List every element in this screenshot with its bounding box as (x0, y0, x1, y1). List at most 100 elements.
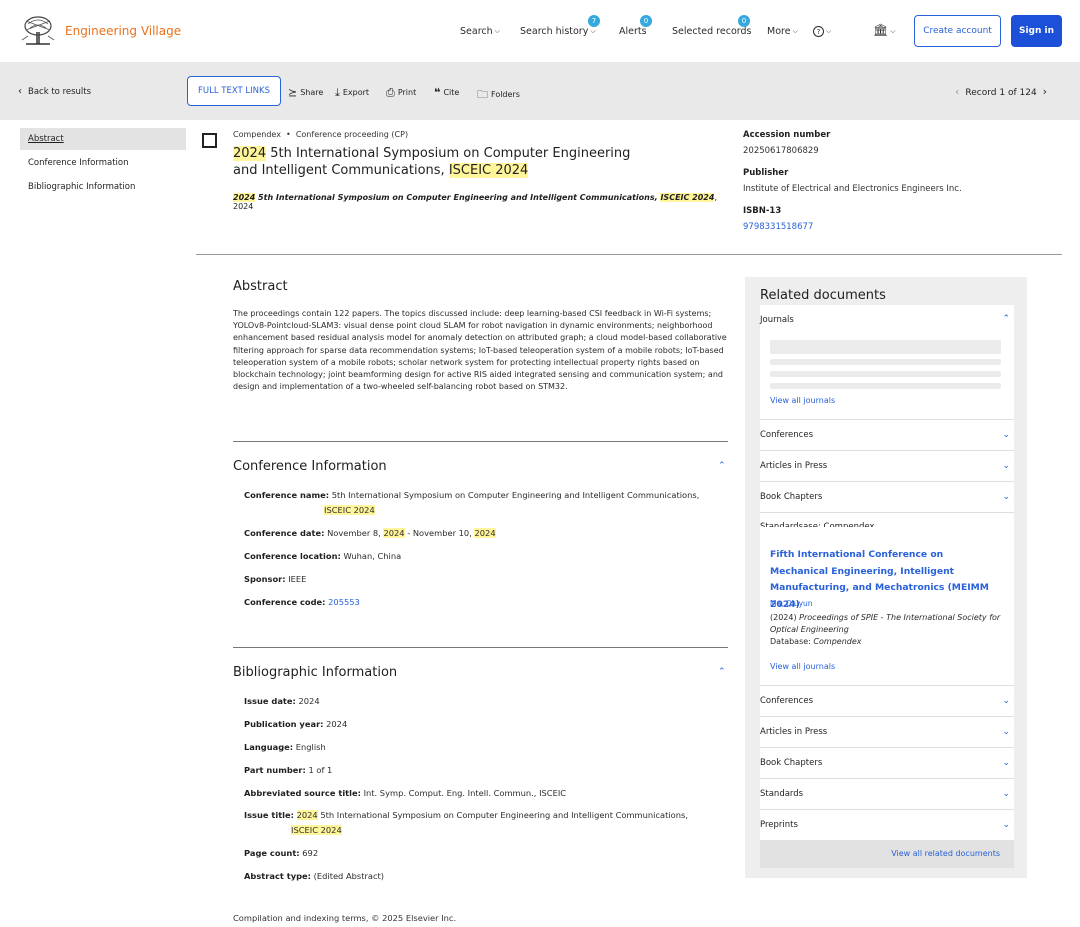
row-label: Standards (760, 789, 804, 799)
conference-code-link[interactable]: 205553 (328, 597, 360, 607)
part-number-field: Part number: 1 of 1 (244, 763, 714, 778)
related-book-chapters-row[interactable]: Book Chapters ⌄ (760, 747, 1014, 778)
institution-menu[interactable]: 🏛 ⌵ (873, 23, 896, 37)
language-field: Language: English (244, 740, 714, 755)
next-record-icon[interactable]: › (1043, 85, 1047, 98)
field-label: Abbreviated source title: (244, 788, 361, 798)
featured-database: Database: Compendex (770, 637, 862, 646)
nav-search-history[interactable]: Search history ⌵ 7 (520, 15, 600, 37)
chevron-down-icon: ⌄ (1002, 430, 1010, 440)
print-button[interactable]: ⎙ Print (386, 86, 416, 100)
previous-record-icon[interactable]: ‹ (955, 85, 959, 98)
field-label: Issue title: (244, 810, 294, 820)
field-value-highlight: ISCEIC 2024 (324, 505, 375, 515)
featured-author-link[interactable]: Ma, Qiuyun (770, 599, 813, 608)
full-text-links-button[interactable]: FULL TEXT LINKS (187, 76, 281, 106)
help-icon: ? (813, 26, 824, 37)
featured-source: (2024) Proceedings of SPIE - The Interna… (770, 612, 1004, 636)
row-label: Book Chapters (760, 492, 823, 502)
view-all-journals-link[interactable]: View all journals (770, 396, 835, 405)
field-value-highlight: 2024 (383, 528, 405, 538)
chevron-down-icon: ⌄ (1002, 820, 1010, 830)
sidebar-item-bibliographic-information[interactable]: Bibliographic Information (20, 176, 186, 198)
conference-location-field: Conference location: Wuhan, China (244, 549, 714, 564)
share-button[interactable]: ⪰ Share (288, 86, 323, 99)
field-label: Conference code: (244, 597, 326, 607)
sidebar-item-conference-information[interactable]: Conference Information (20, 152, 186, 174)
collapse-journals-icon[interactable]: ⌃ (1002, 314, 1010, 324)
database-label: Database: (770, 637, 814, 646)
nav-selected-records-label: Selected records (672, 26, 752, 37)
field-value-highlight: 2024 (296, 810, 318, 820)
field-label: Issue date: (244, 696, 296, 706)
field-value: 5th International Symposium on Computer … (331, 490, 700, 500)
abstract-text: The proceedings contain 122 papers. The … (233, 309, 727, 392)
back-label: Back to results (28, 87, 92, 97)
isbn-link[interactable]: 9798331518677 (743, 222, 813, 232)
related-documents-heading: Related documents (760, 288, 886, 303)
source-year: 2024 (233, 193, 256, 202)
record-position: Record 1 of 124 (965, 88, 1037, 98)
export-label: Export (342, 88, 370, 97)
field-value-highlight: ISCEIC 2024 (291, 825, 342, 835)
download-icon: ⤓ (335, 86, 340, 99)
elsevier-tree-logo[interactable] (20, 14, 56, 46)
related-conferences-row[interactable]: Conferences ⌄ (760, 419, 1014, 450)
chevron-down-icon: ⌄ (1002, 696, 1010, 706)
top-navigation-bar: Engineering Village Search ⌵ Search histo… (0, 0, 1080, 62)
bibliographic-info-heading: Bibliographic Information (233, 665, 398, 680)
field-value: 5th International Symposium on Computer … (317, 810, 688, 820)
publication-year-field: Publication year: 2024 (244, 717, 714, 732)
chevron-down-icon: ⌄ (1002, 758, 1010, 768)
nav-alerts[interactable]: Alerts 0 (619, 15, 652, 37)
quote-icon: ❝ (434, 86, 441, 99)
share-icon: ⪰ (288, 86, 298, 99)
chevron-down-icon: ⌵ (826, 27, 832, 35)
issue-title-field: Issue title: 2024 5th International Symp… (244, 808, 714, 838)
related-articles-in-press-row[interactable]: Articles in Press ⌄ (760, 450, 1014, 481)
nav-help[interactable]: ? ⌵ (813, 26, 831, 37)
nav-search[interactable]: Search ⌵ (460, 26, 500, 37)
featured-source-title: Proceedings of SPIE - The International … (770, 613, 1001, 634)
issue-date-field: Issue date: 2024 (244, 694, 714, 709)
create-account-button[interactable]: Create account (914, 15, 1001, 47)
print-label: Print (397, 88, 417, 97)
chevron-down-icon: ⌄ (1002, 492, 1010, 502)
chevron-down-icon: ⌵ (792, 27, 798, 35)
related-articles-in-press-row[interactable]: Articles in Press ⌄ (760, 716, 1014, 747)
field-label: Publication year: (244, 719, 324, 729)
nav-selected-records[interactable]: Selected records 0 (672, 15, 752, 37)
field-label: Conference location: (244, 551, 341, 561)
related-conferences-row[interactable]: Conferences ⌄ (760, 685, 1014, 716)
export-button[interactable]: ⤓ Export (335, 86, 369, 100)
collapse-bibliographic-icon[interactable]: ⌃ (718, 667, 726, 677)
brand-name[interactable]: Engineering Village (65, 24, 181, 38)
sidebar-item-abstract[interactable]: Abstract (20, 128, 186, 150)
conference-code-field: Conference code: 205553 (244, 595, 714, 610)
sign-in-button[interactable]: Sign in (1011, 15, 1062, 47)
related-book-chapters-row[interactable]: Book Chapters ⌄ (760, 481, 1014, 512)
related-preprints-row[interactable]: Preprints ⌄ (760, 809, 1014, 840)
field-label: Part number: (244, 765, 306, 775)
cite-button[interactable]: ❝ Cite (434, 86, 459, 99)
view-all-related-link[interactable]: View all related documents (891, 849, 1000, 858)
document-source: 2024 5th International Symposium on Comp… (233, 193, 723, 211)
nav-more[interactable]: More ⌵ (767, 26, 798, 37)
collapse-conference-icon[interactable]: ⌃ (718, 461, 726, 471)
row-label: Articles in Press (760, 461, 828, 471)
database-name: Compendex (233, 130, 281, 139)
divider (233, 441, 728, 442)
view-all-journals-link[interactable]: View all journals (770, 662, 835, 671)
loading-placeholder (770, 383, 1001, 389)
journals-label[interactable]: Journals (760, 315, 794, 325)
nav-alerts-label: Alerts (619, 26, 647, 37)
field-value: IEEE (288, 574, 307, 584)
title-text: 5th International Symposium on Computer … (233, 146, 631, 178)
folders-button[interactable]: 🗀 Folders (477, 86, 520, 105)
back-to-results-link[interactable]: ‹ Back to results (18, 86, 91, 97)
record-meta: Compendex • Conference proceeding (CP) (233, 130, 409, 139)
copyright-notice: Compilation and indexing terms, © 2025 E… (233, 913, 457, 923)
chevron-down-icon: ⌄ (1002, 461, 1010, 471)
select-record-checkbox[interactable] (202, 133, 217, 148)
related-standards-row[interactable]: Standards ⌄ (760, 778, 1014, 809)
